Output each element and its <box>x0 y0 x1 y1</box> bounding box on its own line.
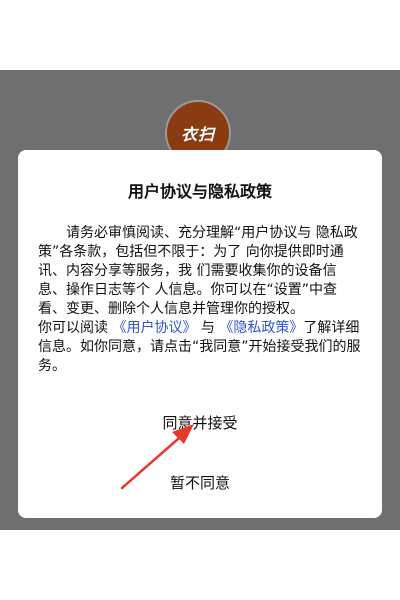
privacy-policy-link[interactable]: 《隐私政策》 <box>219 320 303 336</box>
agree-button[interactable]: 同意并接受 <box>18 410 382 434</box>
dialog-title: 用户协议与隐私政策 <box>127 182 272 201</box>
dialog-paragraph-1: 请务必审慎阅读、充分理解“用户协议与 隐私政策”各条款，包括但不限于：为了 向你… <box>38 225 358 317</box>
paragraph-2-and: 与 <box>200 320 215 336</box>
paragraph-2-prefix: 你可以阅读 <box>38 320 108 336</box>
user-agreement-link[interactable]: 《用户协议》 <box>112 320 196 336</box>
dialog-body: 请务必审慎阅读、充分理解“用户协议与 隐私政策”各条款，包括但不限于：为了 向你… <box>38 224 362 376</box>
app-screen: 衣扫 用户协议与隐私政策 请务必审慎阅读、充分理解“用户协议与 隐私政策”各条款… <box>0 0 400 600</box>
disagree-button[interactable]: 暂不同意 <box>18 470 382 494</box>
privacy-dialog: 用户协议与隐私政策 请务必审慎阅读、充分理解“用户协议与 隐私政策”各条款，包括… <box>18 150 382 518</box>
dialog-paragraph-2: 你可以阅读 《用户协议》 与 《隐私政策》了解详细信息。如你同意，请点击“我同意… <box>38 319 362 376</box>
app-logo-text: 衣扫 <box>180 125 215 144</box>
